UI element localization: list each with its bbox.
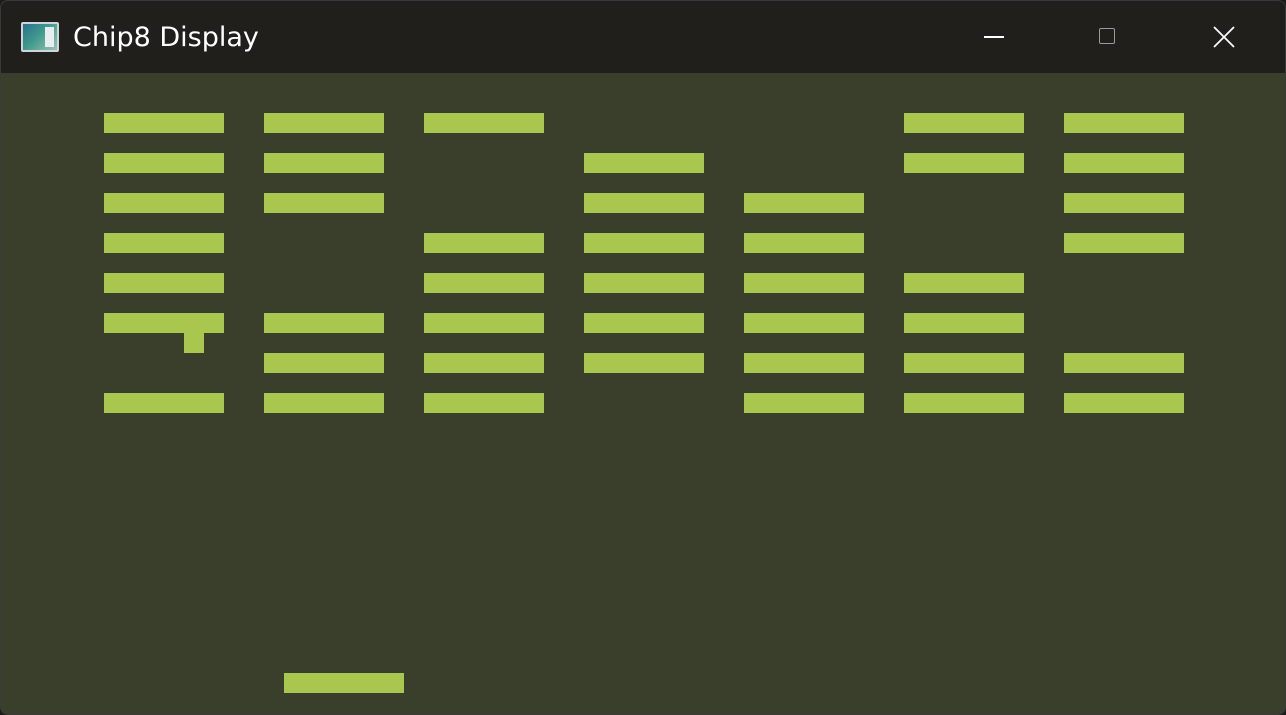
brick <box>904 313 1024 333</box>
brick <box>104 153 224 173</box>
chip8-screen[interactable] <box>4 73 1284 713</box>
ball <box>184 333 204 353</box>
brick <box>904 393 1024 413</box>
app-window-icon <box>21 22 59 52</box>
brick <box>744 313 864 333</box>
brick <box>584 353 704 373</box>
brick <box>264 193 384 213</box>
brick <box>104 193 224 213</box>
brick <box>104 273 224 293</box>
window-title: Chip8 Display <box>73 22 259 53</box>
brick <box>424 233 544 253</box>
maximize-button[interactable] <box>1051 1 1167 73</box>
brick <box>1064 393 1184 413</box>
brick <box>904 353 1024 373</box>
brick <box>1064 233 1184 253</box>
maximize-icon <box>1099 28 1115 44</box>
brick <box>104 113 224 133</box>
minimize-icon <box>984 36 1004 38</box>
paddle <box>284 673 404 693</box>
brick <box>264 393 384 413</box>
chip8-window: Chip8 Display <box>0 0 1286 715</box>
brick <box>904 113 1024 133</box>
brick <box>584 233 704 253</box>
brick <box>584 313 704 333</box>
brick <box>264 113 384 133</box>
brick <box>1064 153 1184 173</box>
title-bar[interactable]: Chip8 Display <box>1 1 1285 73</box>
brick <box>904 273 1024 293</box>
brick <box>744 233 864 253</box>
brick <box>264 353 384 373</box>
brick <box>424 113 544 133</box>
brick <box>424 313 544 333</box>
brick <box>904 153 1024 173</box>
brick <box>744 193 864 213</box>
brick <box>424 353 544 373</box>
brick <box>264 313 384 333</box>
brick <box>104 393 224 413</box>
brick <box>1064 113 1184 133</box>
brick <box>744 393 864 413</box>
brick <box>104 313 224 333</box>
minimize-button[interactable] <box>935 1 1051 73</box>
brick <box>104 233 224 253</box>
brick <box>424 393 544 413</box>
close-button[interactable] <box>1167 1 1283 73</box>
brick <box>584 153 704 173</box>
brick <box>264 153 384 173</box>
brick <box>1064 193 1184 213</box>
brick <box>1064 353 1184 373</box>
close-icon <box>1213 26 1235 48</box>
brick <box>744 353 864 373</box>
brick <box>424 273 544 293</box>
brick <box>744 273 864 293</box>
brick <box>584 273 704 293</box>
brick <box>584 193 704 213</box>
